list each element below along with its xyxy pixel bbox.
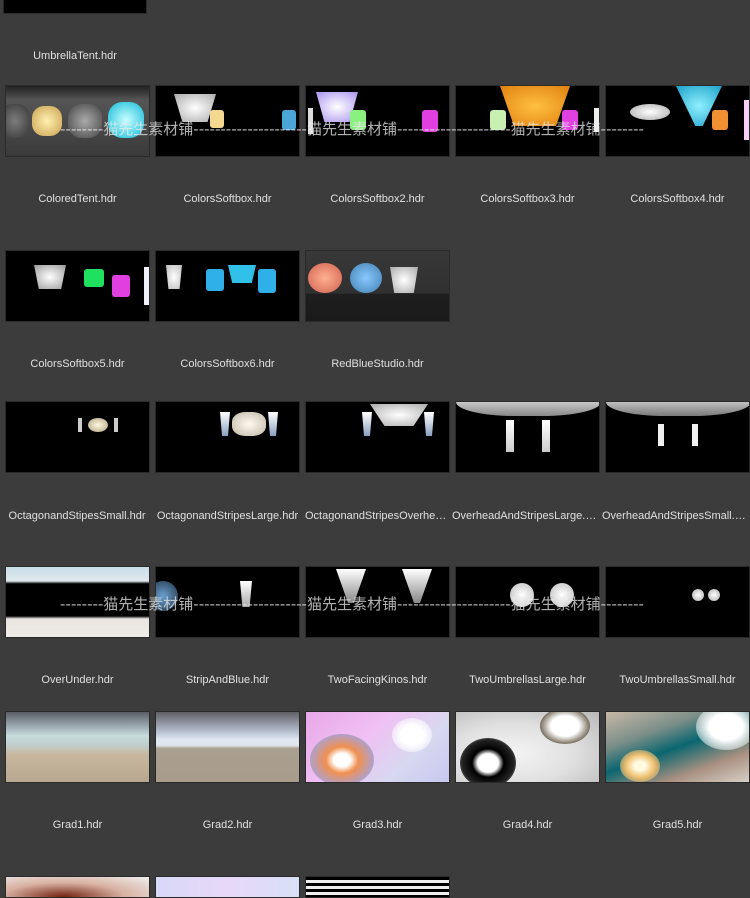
asset-label: StripAndBlue.hdr bbox=[185, 674, 270, 686]
hdr-thumbnail[interactable] bbox=[455, 85, 600, 157]
asset-label: Grad5.hdr bbox=[652, 819, 703, 831]
asset-label: OctagonandStripesLarge.hdr bbox=[156, 510, 299, 522]
asset-label: OverheadAndStripesLarge.hdr bbox=[452, 510, 600, 522]
hdr-thumbnail[interactable] bbox=[155, 566, 300, 638]
asset-label: OctagonandStripesOverhead.hdr bbox=[305, 510, 450, 522]
asset-label: ColorsSoftbox3.hdr bbox=[480, 193, 575, 205]
hdr-thumbnail[interactable] bbox=[155, 85, 300, 157]
hdr-thumbnail[interactable] bbox=[305, 85, 450, 157]
asset-label: OctagonandStipesSmall.hdr bbox=[8, 510, 146, 522]
asset-label: OverUnder.hdr bbox=[41, 674, 114, 686]
hdr-thumbnail[interactable] bbox=[305, 566, 450, 638]
hdr-thumbnail[interactable] bbox=[5, 401, 150, 473]
asset-label: OverheadAndStripesSmall.hdr bbox=[602, 510, 750, 522]
asset-label: Grad4.hdr bbox=[502, 819, 553, 831]
asset-label: ColorsSoftbox6.hdr bbox=[180, 358, 275, 370]
asset-label: Grad3.hdr bbox=[352, 819, 403, 831]
asset-label: ColorsSoftbox4.hdr bbox=[630, 193, 725, 205]
asset-label: ColorsSoftbox5.hdr bbox=[30, 358, 125, 370]
hdr-thumbnail[interactable] bbox=[605, 401, 750, 473]
asset-label: ColoredTent.hdr bbox=[38, 193, 117, 205]
hdr-thumbnail[interactable] bbox=[605, 566, 750, 638]
asset-label: RedBlueStudio.hdr bbox=[331, 358, 424, 370]
hdr-thumbnail[interactable] bbox=[5, 250, 150, 322]
hdr-thumbnail[interactable] bbox=[305, 250, 450, 322]
hdr-thumbnail[interactable] bbox=[5, 876, 150, 898]
hdr-thumbnail[interactable] bbox=[455, 401, 600, 473]
hdr-thumbnail[interactable] bbox=[3, 0, 147, 14]
asset-label: ColorsSoftbox.hdr bbox=[183, 193, 272, 205]
hdr-thumbnail[interactable] bbox=[155, 250, 300, 322]
hdr-thumbnail[interactable] bbox=[5, 85, 150, 157]
hdr-thumbnail[interactable] bbox=[5, 566, 150, 638]
hdr-thumbnail[interactable] bbox=[155, 711, 300, 783]
asset-label: TwoUmbrellasLarge.hdr bbox=[469, 674, 586, 686]
hdr-thumbnail[interactable] bbox=[305, 711, 450, 783]
hdr-thumbnail[interactable] bbox=[455, 711, 600, 783]
asset-label: TwoUmbrellasSmall.hdr bbox=[619, 674, 736, 686]
hdr-thumbnail[interactable] bbox=[305, 401, 450, 473]
hdr-thumbnail[interactable] bbox=[455, 566, 600, 638]
asset-label: Grad2.hdr bbox=[202, 819, 253, 831]
asset-label: TwoFacingKinos.hdr bbox=[327, 674, 428, 686]
hdr-thumbnail[interactable] bbox=[155, 401, 300, 473]
hdr-thumbnail[interactable] bbox=[5, 711, 150, 783]
asset-label: Grad1.hdr bbox=[52, 819, 103, 831]
hdr-thumbnail[interactable] bbox=[605, 85, 750, 157]
asset-label: UmbrellaTent.hdr bbox=[33, 50, 117, 62]
hdr-thumbnail[interactable] bbox=[155, 876, 300, 898]
hdr-thumbnail[interactable] bbox=[305, 876, 450, 898]
asset-label: ColorsSoftbox2.hdr bbox=[330, 193, 425, 205]
hdr-thumbnail[interactable] bbox=[605, 711, 750, 783]
